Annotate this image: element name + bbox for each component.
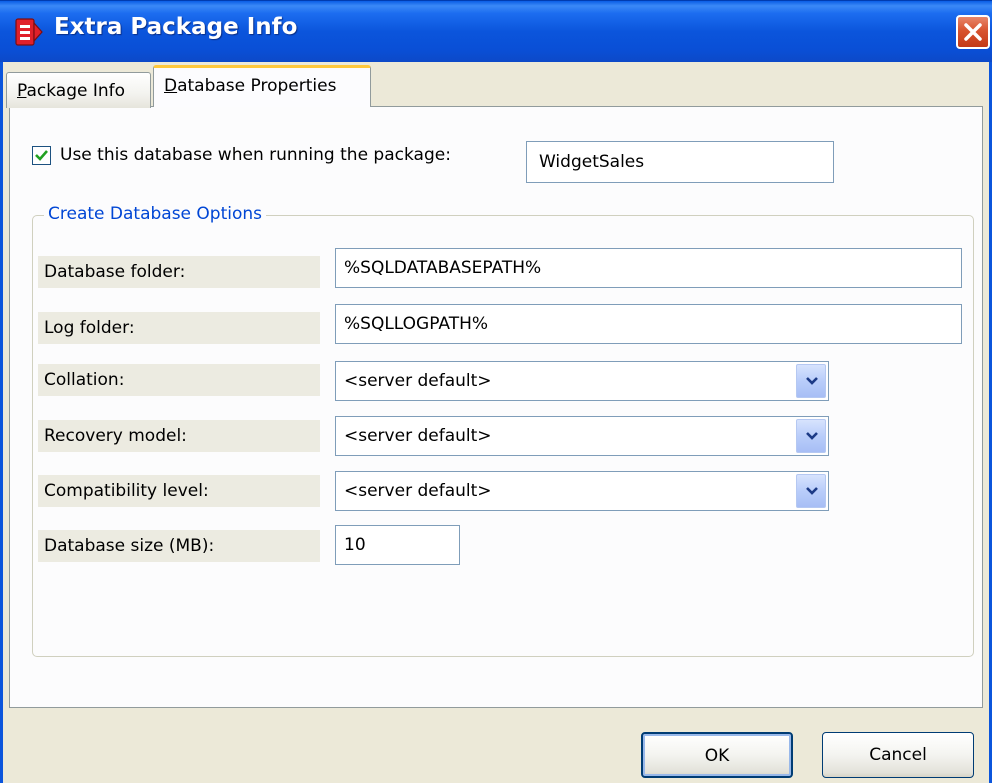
collation-label: Collation: [38,364,320,396]
compatibility-level-label: Compatibility level: [38,475,320,507]
tab-database-properties[interactable]: Database Properties [153,65,371,107]
close-icon [964,23,982,41]
database-size-label: Database size (MB): [38,530,320,562]
tab-database-properties-label: atabase Properties [177,76,337,96]
window-title: Extra Package Info [54,14,298,40]
tab-package-info-mnemonic: P [17,81,27,101]
use-database-label: Use this database when running the packa… [60,145,451,165]
checkmark-icon [35,150,48,161]
compatibility-level-value: <server default> [344,481,492,501]
collation-dropdown-button[interactable] [796,364,826,398]
tab-database-properties-mnemonic: D [164,76,178,96]
database-size-input[interactable]: 10 [335,525,460,565]
app-red-icon [14,17,44,47]
recovery-model-value: <server default> [344,426,492,446]
create-database-options-legend: Create Database Options [44,204,267,224]
log-folder-label: Log folder: [38,312,320,344]
compatibility-level-dropdown-button[interactable] [796,474,826,508]
recovery-model-label: Recovery model: [38,420,320,452]
cancel-button[interactable]: Cancel [822,732,974,778]
title-bar[interactable]: Extra Package Info [0,0,992,62]
database-folder-label: Database folder: [38,256,320,288]
log-folder-input[interactable]: %SQLLOGPATH% [335,304,962,344]
recovery-model-dropdown[interactable]: <server default> [335,416,829,456]
collation-dropdown[interactable]: <server default> [335,361,829,401]
ok-button[interactable]: OK [641,732,793,778]
database-name-input[interactable]: WidgetSales [526,141,834,183]
chevron-down-icon [806,377,818,385]
chevron-down-icon [806,432,818,440]
window-frame-left [0,62,3,783]
chevron-down-icon [806,487,818,495]
recovery-model-dropdown-button[interactable] [796,419,826,453]
close-button[interactable] [956,15,990,49]
collation-value: <server default> [344,371,492,391]
compatibility-level-dropdown[interactable]: <server default> [335,471,829,511]
tab-package-info[interactable]: Package Info [6,72,151,108]
use-database-checkbox[interactable] [32,146,51,165]
database-folder-input[interactable]: %SQLDATABASEPATH% [335,248,962,288]
tab-package-info-label: ackage Info [26,81,126,101]
